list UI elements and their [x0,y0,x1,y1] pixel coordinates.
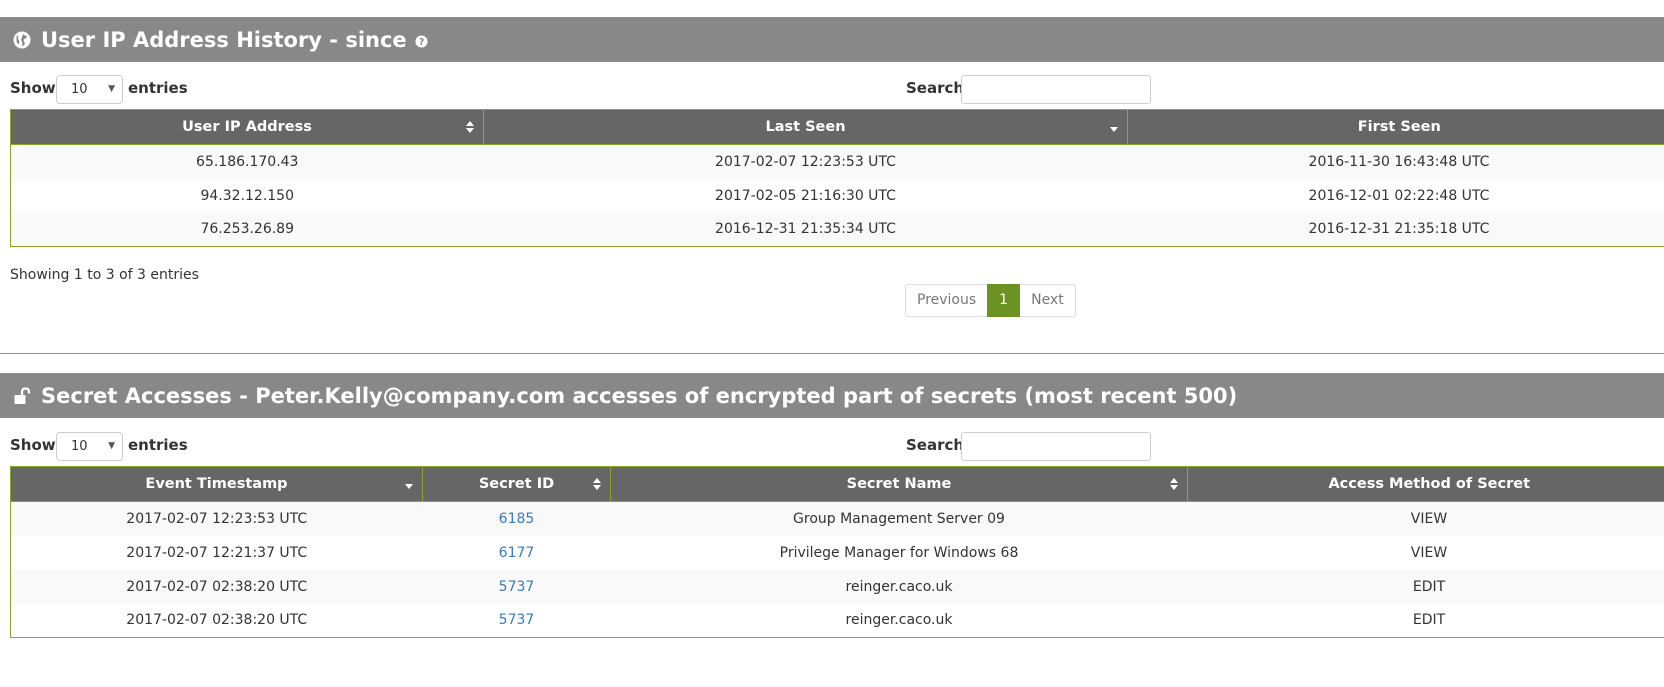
help-icon[interactable]: ? [415,34,429,48]
divider [0,353,1664,354]
ip-history-header: User IP Address History - since ? [0,17,1664,62]
secret-id-link[interactable]: 5737 [499,579,535,595]
cell-ip: 65.186.170.43 [10,144,484,179]
cell-event-timestamp: 2017-02-07 02:38:20 UTC [10,569,423,604]
cell-last-seen: 2017-02-07 12:23:53 UTC [483,144,1128,179]
sort-both-icon [593,478,601,490]
column-header-last-seen[interactable]: Last Seen [483,109,1128,145]
secret-accesses-title: Secret Accesses - Peter.Kelly@company.co… [41,383,1238,408]
cell-access-method: EDIT [1187,569,1664,604]
length-value: 10 [71,439,88,454]
cell-first-seen: 2016-12-31 21:35:18 UTC [1127,212,1664,247]
secret-accesses-table: Event Timestamp Secret ID Secret Name Ac… [10,466,1664,638]
cell-secret-id: 5737 [422,569,611,604]
cell-ip: 76.253.26.89 [10,212,484,247]
ip-history-table: User IP Address Last Seen First Seen 65.… [10,109,1664,247]
table-row: 65.186.170.43 2017-02-07 12:23:53 UTC 20… [10,144,1664,179]
previous-button[interactable]: Previous [905,284,988,317]
table-row: 2017-02-07 12:23:53 UTC 6185 Group Manag… [10,501,1664,536]
sort-desc-icon [405,484,413,489]
cell-ip: 94.32.12.150 [10,178,484,213]
column-header-access-method[interactable]: Access Method of Secret [1187,466,1664,502]
cell-access-method: VIEW [1187,501,1664,536]
chevron-down-icon: ▼ [108,84,115,94]
sort-desc-icon [1110,127,1118,132]
cell-last-seen: 2016-12-31 21:35:34 UTC [483,212,1128,247]
secret-id-link[interactable]: 6177 [499,545,535,561]
cell-first-seen: 2016-11-30 16:43:48 UTC [1127,144,1664,179]
cell-last-seen: 2017-02-05 21:16:30 UTC [483,178,1128,213]
column-header-secret-name[interactable]: Secret Name [610,466,1188,502]
cell-secret-id: 6185 [422,501,611,536]
table-row: 2017-02-07 02:38:20 UTC 5737 reinger.cac… [10,569,1664,604]
length-label-show: Show [10,79,56,97]
cell-event-timestamp: 2017-02-07 12:21:37 UTC [10,535,423,570]
cell-secret-id: 5737 [422,603,611,638]
entries-length-select[interactable]: 10 ▼ [56,432,123,461]
cell-secret-name: Group Management Server 09 [610,501,1188,536]
search-input[interactable] [961,432,1151,461]
next-button[interactable]: Next [1020,284,1076,317]
page: User IP Address History - since ? Show 1… [0,0,1664,687]
chevron-down-icon: ▼ [108,441,115,451]
pagination: Previous 1 Next [905,284,1076,317]
table-info: Showing 1 to 3 of 3 entries [10,267,199,283]
table-row: 2017-02-07 02:38:20 UTC 5737 reinger.cac… [10,603,1664,638]
length-label-entries: entries [128,436,188,454]
column-header-event-timestamp[interactable]: Event Timestamp [10,466,423,502]
length-value: 10 [71,82,88,97]
svg-text:?: ? [419,37,424,48]
cell-access-method: VIEW [1187,535,1664,570]
cell-secret-id: 6177 [422,535,611,570]
column-header-secret-id[interactable]: Secret ID [422,466,611,502]
table-row: 2017-02-07 12:21:37 UTC 6177 Privilege M… [10,535,1664,570]
page-1-button[interactable]: 1 [987,284,1021,317]
globe-icon [12,30,32,50]
length-label-entries: entries [128,79,188,97]
cell-first-seen: 2016-12-01 02:22:48 UTC [1127,178,1664,213]
search-input[interactable] [961,75,1151,104]
sort-both-icon [466,121,474,133]
length-label-show: Show [10,436,56,454]
secret-accesses-header: Secret Accesses - Peter.Kelly@company.co… [0,373,1664,418]
table-row: 94.32.12.150 2017-02-05 21:16:30 UTC 201… [10,178,1664,213]
table-row: 76.253.26.89 2016-12-31 21:35:34 UTC 201… [10,212,1664,247]
ip-history-title: User IP Address History - since [41,27,407,52]
cell-secret-name: reinger.caco.uk [610,569,1188,604]
cell-secret-name: reinger.caco.uk [610,603,1188,638]
column-header-ip[interactable]: User IP Address [10,109,484,145]
cell-event-timestamp: 2017-02-07 02:38:20 UTC [10,603,423,638]
entries-length-select[interactable]: 10 ▼ [56,75,123,104]
column-header-first-seen[interactable]: First Seen [1127,109,1664,145]
unlock-icon [12,386,32,406]
cell-event-timestamp: 2017-02-07 12:23:53 UTC [10,501,423,536]
secret-id-link[interactable]: 5737 [499,612,535,628]
cell-secret-name: Privilege Manager for Windows 68 [610,535,1188,570]
sort-both-icon [1170,478,1178,490]
secret-id-link[interactable]: 6185 [499,511,535,527]
cell-access-method: EDIT [1187,603,1664,638]
